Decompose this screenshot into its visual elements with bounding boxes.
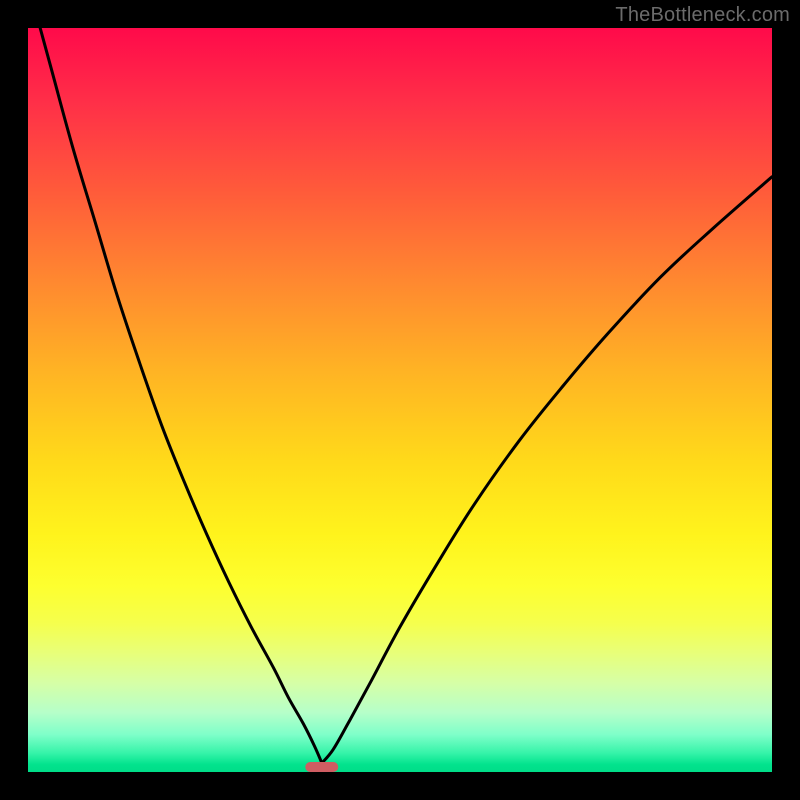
watermark-text: TheBottleneck.com bbox=[615, 4, 790, 27]
plot-area bbox=[28, 28, 772, 772]
curve-layer bbox=[28, 28, 772, 772]
chart-frame: TheBottleneck.com bbox=[0, 0, 800, 800]
bottleneck-marker bbox=[305, 762, 338, 772]
curve-right-branch bbox=[322, 177, 772, 763]
curve-left-branch bbox=[28, 28, 322, 763]
